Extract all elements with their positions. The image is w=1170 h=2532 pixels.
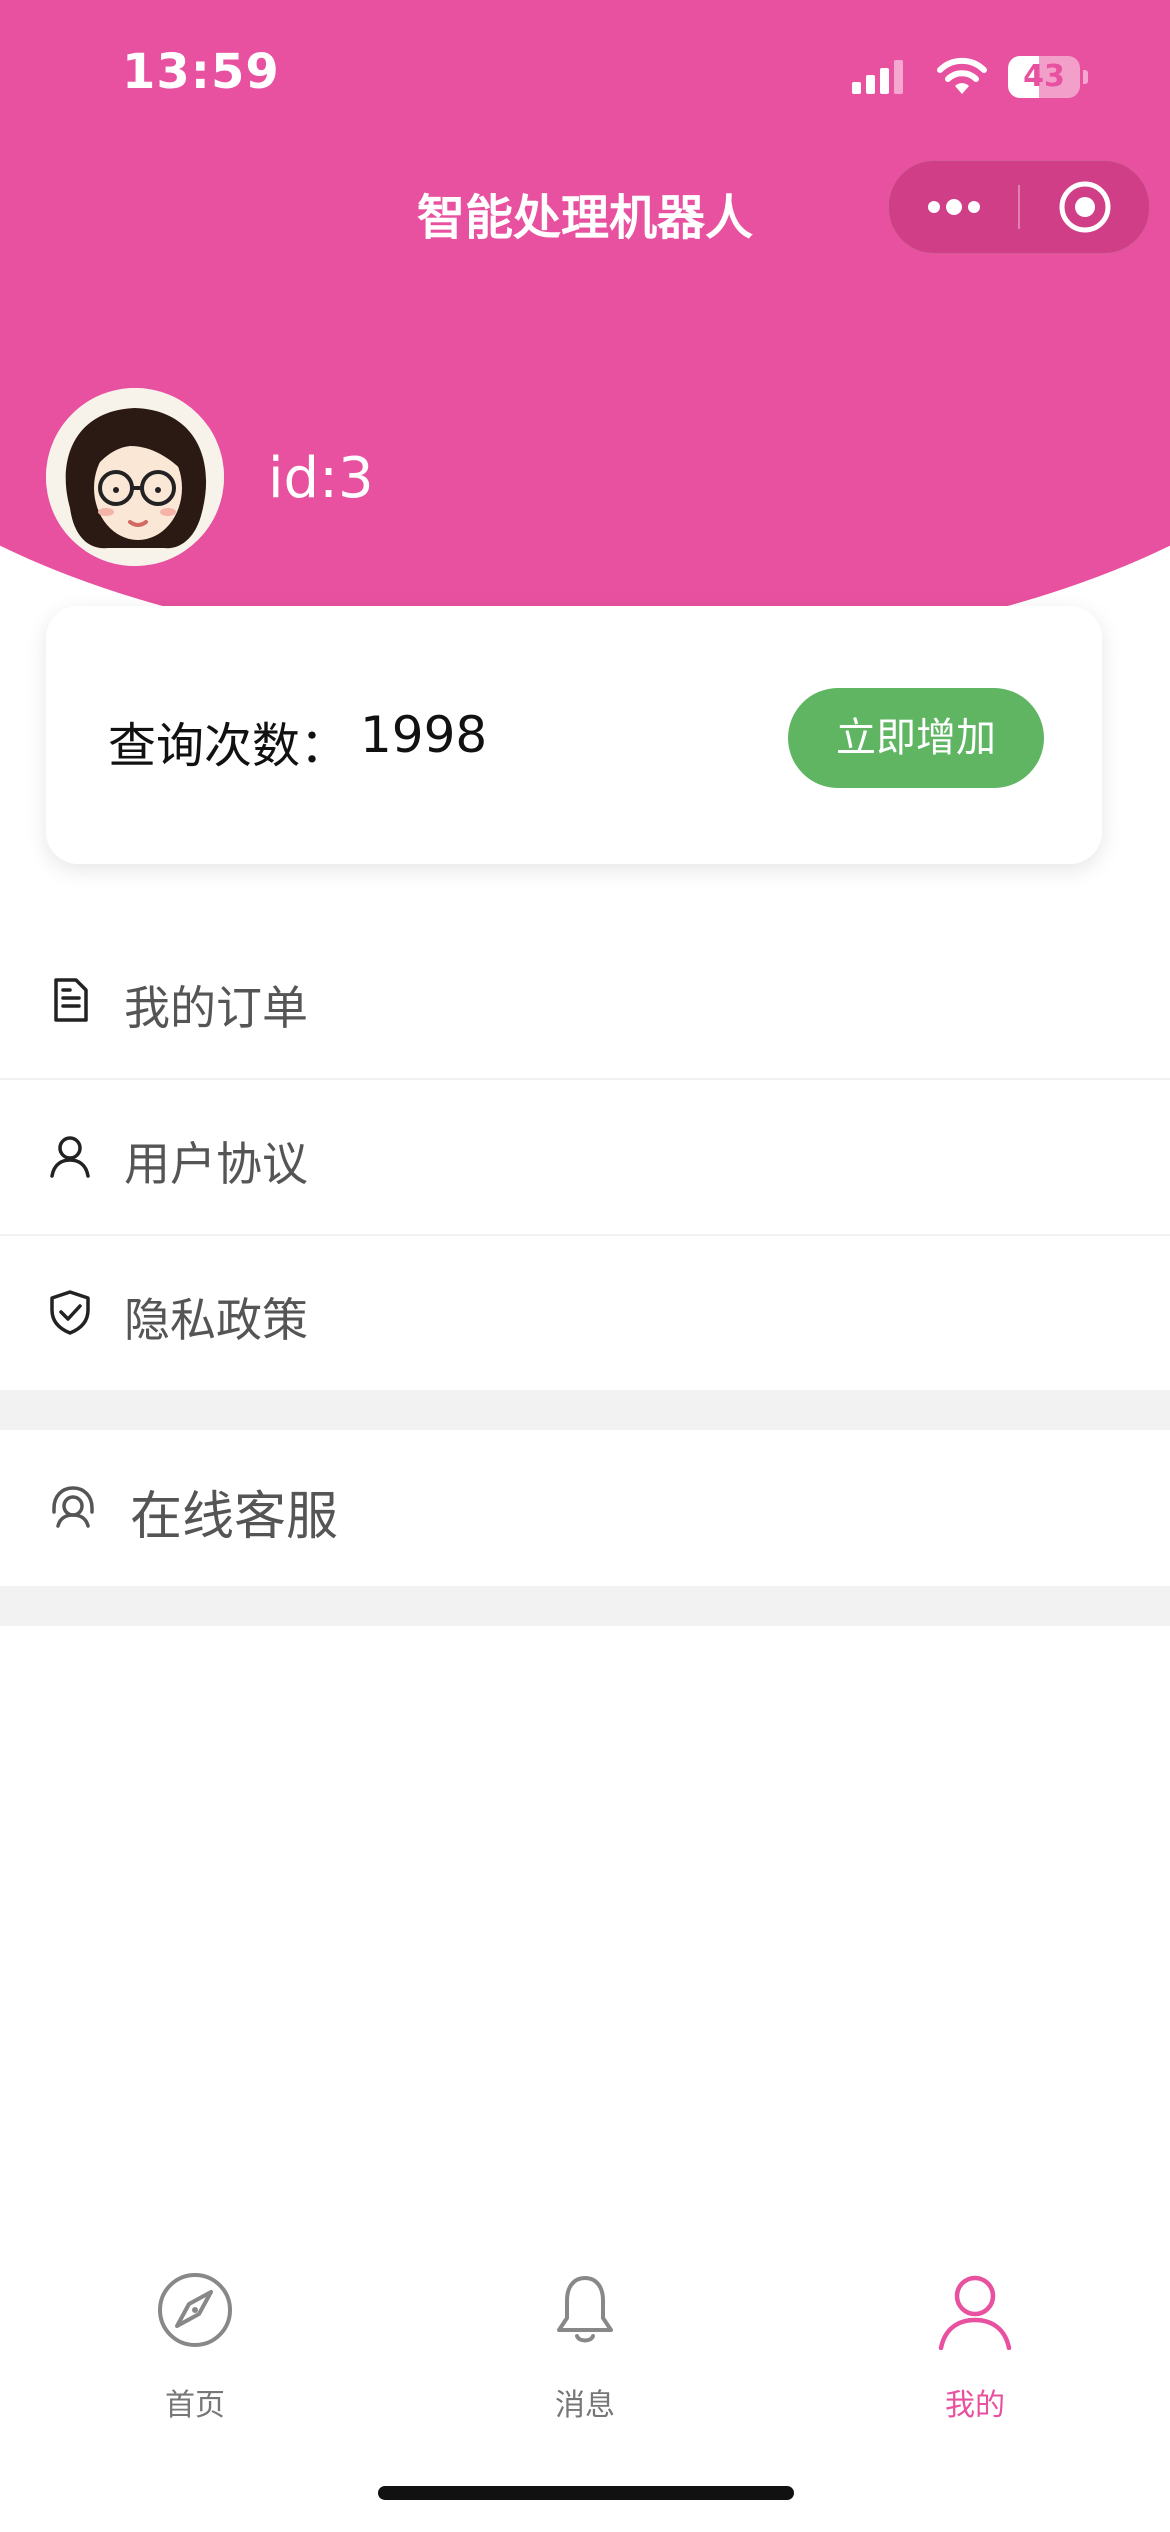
service-label: 在线客服 bbox=[130, 1487, 339, 1547]
bell-icon bbox=[557, 2276, 613, 2343]
more-button[interactable] bbox=[889, 161, 1019, 253]
user-icon bbox=[50, 1136, 90, 1178]
query-count-value: 1998 bbox=[360, 706, 488, 764]
section-divider bbox=[0, 1586, 1170, 1626]
tab-messages[interactable]: 消息 bbox=[390, 2270, 780, 2450]
status-time: 13:59 bbox=[122, 44, 280, 100]
menu-list: 我的订单 用户协议 隐私政策 bbox=[0, 924, 1170, 1392]
query-count-label: 查询次数： bbox=[108, 718, 349, 774]
menu-item-privacy-policy[interactable]: 隐私政策 bbox=[0, 1236, 1170, 1392]
document-icon bbox=[54, 978, 88, 1022]
screen: 13:59 43 智能处理机器人 id:3 查询次数： 1998 立即增加 我的… bbox=[0, 0, 1170, 2532]
add-count-button[interactable]: 立即增加 bbox=[788, 688, 1044, 788]
menu-item-online-service[interactable]: 在线客服 bbox=[0, 1430, 1170, 1586]
battery-indicator: 43 bbox=[1008, 56, 1088, 98]
home-indicator bbox=[378, 2486, 794, 2500]
menu-item-label: 我的订单 bbox=[124, 981, 308, 1035]
person-icon bbox=[938, 2275, 1012, 2350]
tab-label: 首页 bbox=[165, 2388, 225, 2423]
menu-item-label: 用户协议 bbox=[124, 1137, 308, 1191]
mini-program-capsule bbox=[888, 160, 1150, 254]
avatar-girl-with-glasses-icon bbox=[46, 388, 224, 566]
menu-item-user-agreement[interactable]: 用户协议 bbox=[0, 1080, 1170, 1236]
shield-check-icon bbox=[50, 1290, 90, 1335]
tab-home[interactable]: 首页 bbox=[0, 2270, 390, 2450]
close-button[interactable] bbox=[1020, 161, 1149, 253]
target-close-icon bbox=[1059, 181, 1110, 233]
battery-nub bbox=[1083, 70, 1088, 84]
section-divider bbox=[0, 1390, 1170, 1430]
signal-icon bbox=[852, 60, 903, 94]
more-dots-icon bbox=[928, 199, 980, 215]
tab-label: 我的 bbox=[945, 2388, 1005, 2423]
battery-level: 43 bbox=[1023, 59, 1065, 94]
battery-body: 43 bbox=[1008, 56, 1080, 98]
menu-item-orders[interactable]: 我的订单 bbox=[0, 924, 1170, 1080]
tab-mine[interactable]: 我的 bbox=[780, 2270, 1170, 2450]
avatar[interactable] bbox=[46, 388, 224, 566]
user-id: id:3 bbox=[268, 446, 374, 511]
headset-icon bbox=[52, 1486, 94, 1528]
compass-icon bbox=[158, 2273, 232, 2347]
query-count-card: 查询次数： 1998 立即增加 bbox=[46, 606, 1102, 864]
tab-bar: 首页 消息 我的 bbox=[0, 2270, 1170, 2460]
wifi-icon bbox=[937, 57, 987, 94]
status-bar: 13:59 43 bbox=[0, 0, 1170, 150]
tab-label: 消息 bbox=[555, 2388, 615, 2423]
menu-item-label: 隐私政策 bbox=[124, 1293, 308, 1347]
